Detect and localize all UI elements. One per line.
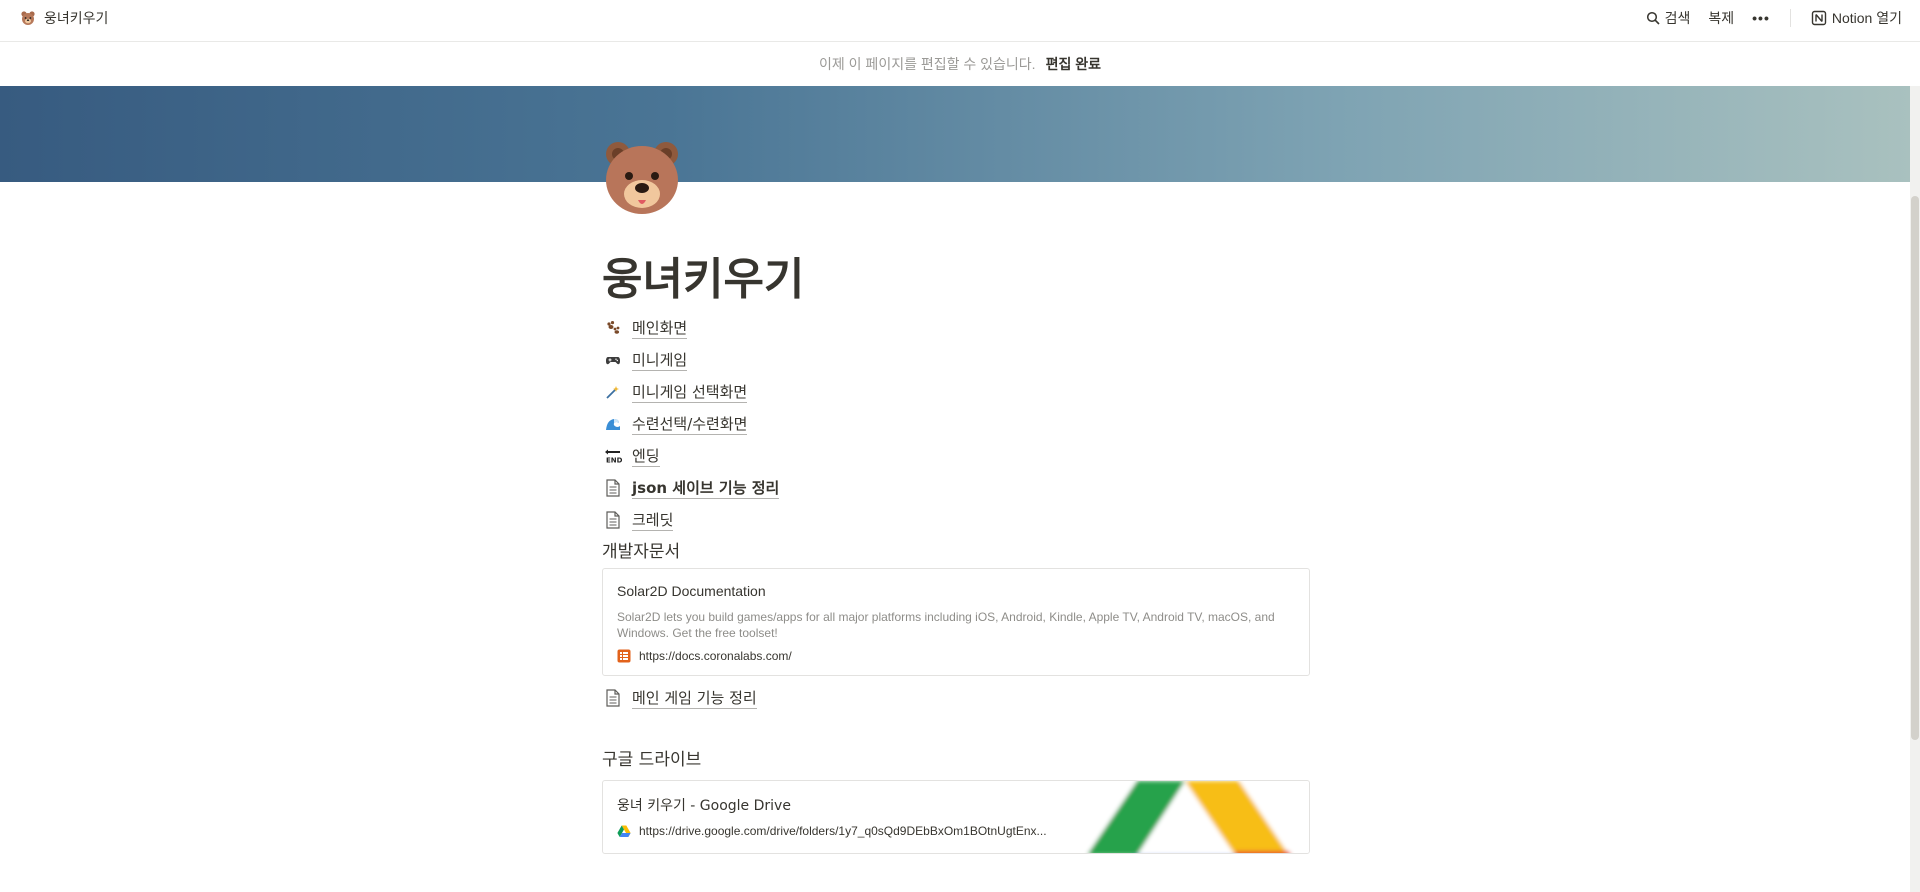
page-link-main-game-features[interactable]: 메인 게임 기능 정리 (602, 682, 1310, 714)
search-label: 검색 (1664, 10, 1691, 26)
google-drive-favicon-icon (617, 825, 631, 837)
page-link-label: 미니게임 (632, 350, 688, 371)
bear-icon (21, 11, 35, 25)
solar2d-bookmark[interactable]: Solar2D Documentation Solar2D lets you b… (602, 568, 1310, 676)
page-link-label: 미니게임 선택화면 (632, 382, 748, 403)
page-link-main-screen[interactable]: 메인화면 (602, 312, 1310, 344)
drive-bookmark-url-row: https://drive.google.com/drive/folders/1… (617, 824, 1047, 838)
page-title[interactable]: 웅녀키우기 (602, 248, 1310, 312)
page-link-label: json 세이브 기능 정리 (632, 478, 780, 499)
magic-wand-icon (602, 381, 624, 403)
drive-bookmark-title: 웅녀 키우기 - Google Drive (617, 798, 791, 814)
open-notion-button[interactable]: Notion 열기 (1811, 8, 1902, 28)
document-icon (602, 687, 624, 709)
solar2d-favicon-icon (617, 649, 631, 663)
bookmark-url: https://docs.coronalabs.com/ (639, 649, 792, 663)
page-links: 메인화면 미니게임 미니게임 선택화면 수련선택/수련화면 END 엔딩 jso… (602, 312, 1310, 536)
bookmark-description: Solar2D lets you build games/apps for al… (617, 610, 1275, 640)
page-link-label: 엔딩 (632, 446, 660, 467)
open-notion-label: Notion 열기 (1831, 10, 1902, 26)
scrollbar-thumb[interactable] (1911, 196, 1919, 740)
edit-done-button[interactable]: 편집 완료 (1046, 54, 1101, 74)
drive-bookmark-url: https://drive.google.com/drive/folders/1… (639, 824, 1047, 838)
document-icon (602, 509, 624, 531)
breadcrumb-label: 웅녀키우기 (44, 10, 109, 26)
search-button[interactable]: 검색 (1646, 8, 1691, 28)
duplicate-button[interactable]: 복제 (1708, 8, 1734, 28)
topbar: 웅녀키우기 검색 복제 ••• Notion 열기 (0, 0, 1920, 36)
paw-prints-icon (602, 317, 624, 339)
duplicate-label: 복제 (1708, 10, 1735, 26)
page-link-json-save[interactable]: json 세이브 기능 정리 (602, 472, 1310, 504)
page-link-minigame[interactable]: 미니게임 (602, 344, 1310, 376)
page-link-ending[interactable]: END 엔딩 (602, 440, 1310, 472)
google-drive-thumbnail (1067, 781, 1309, 853)
bookmark-url-row: https://docs.coronalabs.com/ (617, 649, 1295, 663)
cover-image (0, 86, 1910, 182)
scrollbar[interactable] (1910, 86, 1920, 892)
wave-icon (602, 413, 624, 435)
page-content: 웅녀키우기 메인화면 미니게임 미니게임 선택화면 수련선택/수련화면 END … (602, 248, 1310, 854)
google-drive-bookmark[interactable]: 웅녀 키우기 - Google Drive https://drive.goog… (602, 780, 1310, 854)
gamepad-icon (602, 349, 624, 371)
search-icon (1646, 11, 1660, 25)
page-link-minigame-select[interactable]: 미니게임 선택화면 (602, 376, 1310, 408)
page-link-training[interactable]: 수련선택/수련화면 (602, 408, 1310, 440)
end-arrow-icon: END (602, 445, 624, 467)
notion-logo-icon (1811, 10, 1827, 26)
google-drive-heading: 구글 드라이브 (602, 750, 702, 770)
edit-banner: 이제 이 페이지를 편집할 수 있습니다. 편집 완료 (0, 41, 1920, 85)
dev-docs-heading: 개발자문서 (602, 542, 681, 562)
bookmark-title: Solar2D Documentation (617, 583, 766, 599)
page-link-credits[interactable]: 크레딧 (602, 504, 1310, 536)
document-icon (602, 477, 624, 499)
more-button[interactable]: ••• (1752, 10, 1770, 26)
page-link-label: 메인 게임 기능 정리 (632, 688, 757, 709)
bear-icon[interactable] (602, 136, 682, 220)
page-link-label: 메인화면 (632, 318, 688, 339)
more-icon: ••• (1752, 10, 1770, 26)
svg-text:END: END (606, 457, 622, 465)
page-link-label: 수련선택/수련화면 (632, 414, 748, 435)
top-actions: 검색 복제 ••• Notion 열기 (1646, 8, 1902, 28)
edit-banner-message: 이제 이 페이지를 편집할 수 있습니다. (819, 55, 1036, 72)
breadcrumb[interactable]: 웅녀키우기 (20, 8, 108, 28)
divider (1789, 9, 1791, 27)
page-link-label: 크레딧 (632, 510, 674, 531)
